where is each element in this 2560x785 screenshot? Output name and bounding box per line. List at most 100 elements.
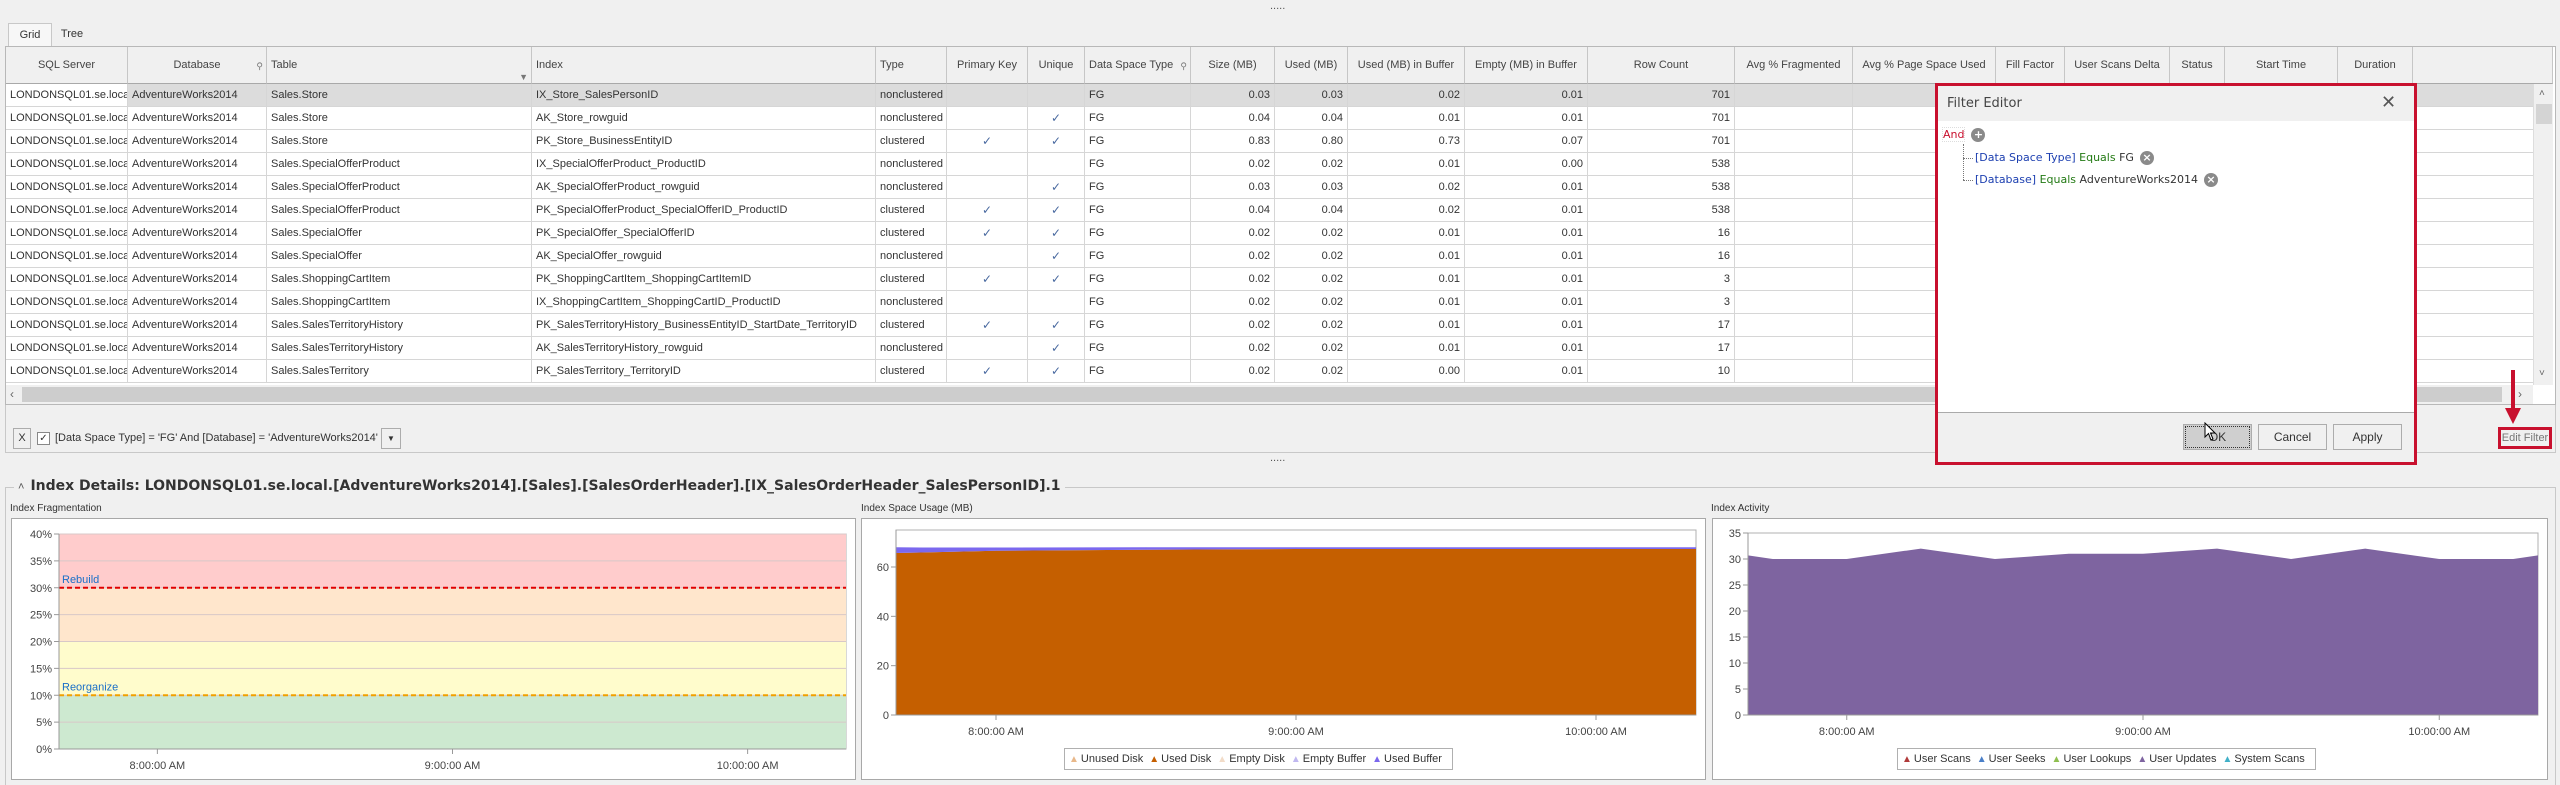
cell-primary-key[interactable]: [947, 107, 1028, 129]
cell-type[interactable]: clustered: [876, 314, 947, 336]
cell-database[interactable]: AdventureWorks2014: [128, 268, 267, 290]
column-header[interactable]: Index: [532, 47, 876, 84]
tab-tree[interactable]: Tree: [52, 23, 92, 46]
condition-operator[interactable]: Equals: [2040, 173, 2076, 186]
cell-used-mb-in-buffer[interactable]: 0.01: [1348, 268, 1465, 290]
remove-condition-icon[interactable]: ×: [2139, 151, 2154, 165]
cell-used-mb-[interactable]: 0.02: [1275, 337, 1348, 359]
cell-table[interactable]: Sales.ShoppingCartItem: [267, 291, 532, 313]
cell-database[interactable]: AdventureWorks2014: [128, 314, 267, 336]
cell-primary-key[interactable]: ✓: [947, 199, 1028, 221]
cell-index[interactable]: IX_ShoppingCartItem_ShoppingCartID_Produ…: [532, 291, 876, 313]
scroll-down-icon[interactable]: ˅: [2539, 368, 2545, 379]
cell-size-mb-[interactable]: 0.02: [1191, 291, 1275, 313]
cell-type[interactable]: nonclustered: [876, 84, 947, 106]
cell-used-mb-[interactable]: 0.02: [1275, 360, 1348, 382]
cell-empty-mb-in-buffer[interactable]: 0.01: [1465, 291, 1588, 313]
legend-item[interactable]: User Scans: [1914, 753, 1971, 765]
cell-unique[interactable]: [1028, 153, 1085, 175]
cell-row-count[interactable]: 701: [1588, 84, 1735, 106]
cell-unique[interactable]: ✓: [1028, 314, 1085, 336]
cell-row-count[interactable]: 17: [1588, 314, 1735, 336]
cell-primary-key[interactable]: [947, 291, 1028, 313]
cell-type[interactable]: nonclustered: [876, 153, 947, 175]
column-header[interactable]: Database ⚲: [128, 47, 267, 84]
column-header[interactable]: Avg % Fragmented: [1735, 47, 1853, 84]
cell-unique[interactable]: ✓: [1028, 130, 1085, 152]
filter-icon[interactable]: ⚲: [256, 48, 263, 83]
column-header[interactable]: Start Time: [2225, 47, 2338, 84]
cell-data-space-type[interactable]: FG: [1085, 130, 1191, 152]
cell-database[interactable]: AdventureWorks2014: [128, 107, 267, 129]
cell-used-mb-in-buffer[interactable]: 0.01: [1348, 153, 1465, 175]
cell-primary-key[interactable]: ✓: [947, 268, 1028, 290]
cell-unique[interactable]: ✓: [1028, 337, 1085, 359]
cell-data-space-type[interactable]: FG: [1085, 176, 1191, 198]
cell-type[interactable]: nonclustered: [876, 176, 947, 198]
cell-used-mb-in-buffer[interactable]: 0.01: [1348, 222, 1465, 244]
cell-empty-mb-in-buffer[interactable]: 0.01: [1465, 268, 1588, 290]
close-icon[interactable]: ✕: [2381, 92, 2396, 113]
legend-item[interactable]: Used Buffer: [1384, 753, 1442, 765]
cell-used-mb-in-buffer[interactable]: 0.02: [1348, 176, 1465, 198]
cell-index[interactable]: PK_SalesTerritory_TerritoryID: [532, 360, 876, 382]
cell-database[interactable]: AdventureWorks2014: [128, 245, 267, 267]
cell-sql-server[interactable]: LONDONSQL01.se.local: [6, 199, 128, 221]
cell-avg-fragmented[interactable]: [1735, 291, 1853, 313]
cell-data-space-type[interactable]: FG: [1085, 314, 1191, 336]
cell-index[interactable]: AK_SpecialOfferProduct_rowguid: [532, 176, 876, 198]
cell-index[interactable]: AK_Store_rowguid: [532, 107, 876, 129]
cell-database[interactable]: AdventureWorks2014: [128, 222, 267, 244]
cell-avg-fragmented[interactable]: [1735, 222, 1853, 244]
cell-used-mb-[interactable]: 0.04: [1275, 199, 1348, 221]
legend-item[interactable]: Unused Disk: [1081, 753, 1143, 765]
cell-table[interactable]: Sales.SalesTerritoryHistory: [267, 314, 532, 336]
cell-data-space-type[interactable]: FG: [1085, 107, 1191, 129]
condition-field[interactable]: [Database]: [1975, 173, 2036, 186]
index-details-header[interactable]: ˄ Index Details: LONDONSQL01.se.local.[Ad…: [14, 478, 1065, 494]
cell-avg-fragmented[interactable]: [1735, 360, 1853, 382]
column-header[interactable]: Row Count: [1588, 47, 1735, 84]
cell-row-count[interactable]: 538: [1588, 153, 1735, 175]
cell-unique[interactable]: ✓: [1028, 245, 1085, 267]
cell-table[interactable]: Sales.SalesTerritory: [267, 360, 532, 382]
column-header[interactable]: SQL Server: [6, 47, 128, 84]
cell-index[interactable]: PK_ShoppingCartItem_ShoppingCartItemID: [532, 268, 876, 290]
cell-unique[interactable]: ✓: [1028, 360, 1085, 382]
edit-filter-link[interactable]: Edit Filter: [2498, 427, 2552, 449]
cell-empty-mb-in-buffer[interactable]: 0.01: [1465, 84, 1588, 106]
cell-size-mb-[interactable]: 0.04: [1191, 107, 1275, 129]
top-splitter-grip[interactable]: .....: [1270, 0, 1285, 12]
cell-size-mb-[interactable]: 0.02: [1191, 153, 1275, 175]
cell-data-space-type[interactable]: FG: [1085, 268, 1191, 290]
cell-empty-mb-in-buffer[interactable]: 0.01: [1465, 176, 1588, 198]
cell-index[interactable]: PK_Store_BusinessEntityID: [532, 130, 876, 152]
clear-filter-button[interactable]: X: [13, 428, 31, 449]
column-header[interactable]: Avg % Page Space Used: [1853, 47, 1996, 84]
cell-unique[interactable]: ✓: [1028, 199, 1085, 221]
cell-avg-fragmented[interactable]: [1735, 337, 1853, 359]
cell-database[interactable]: AdventureWorks2014: [128, 337, 267, 359]
cell-database[interactable]: AdventureWorks2014: [128, 199, 267, 221]
cell-primary-key[interactable]: ✓: [947, 314, 1028, 336]
remove-condition-icon[interactable]: ×: [2204, 173, 2218, 187]
cell-used-mb-[interactable]: 0.02: [1275, 153, 1348, 175]
cell-row-count[interactable]: 17: [1588, 337, 1735, 359]
cell-data-space-type[interactable]: FG: [1085, 291, 1191, 313]
cell-empty-mb-in-buffer[interactable]: 0.01: [1465, 314, 1588, 336]
cell-used-mb-[interactable]: 0.02: [1275, 314, 1348, 336]
filter-condition[interactable]: [Database] Equals AdventureWorks2014 ×: [1975, 173, 2218, 187]
cell-avg-fragmented[interactable]: [1735, 176, 1853, 198]
cell-data-space-type[interactable]: FG: [1085, 245, 1191, 267]
cell-database[interactable]: AdventureWorks2014: [128, 360, 267, 382]
column-header[interactable]: Empty (MB) in Buffer: [1465, 47, 1588, 84]
cell-sql-server[interactable]: LONDONSQL01.se.local: [6, 245, 128, 267]
cell-table[interactable]: Sales.Store: [267, 107, 532, 129]
filter-expression[interactable]: [Data Space Type] = 'FG' And [Database] …: [55, 432, 378, 444]
cell-used-mb-in-buffer[interactable]: 0.01: [1348, 107, 1465, 129]
cell-row-count[interactable]: 3: [1588, 268, 1735, 290]
cell-database[interactable]: AdventureWorks2014: [128, 130, 267, 152]
cell-unique[interactable]: ✓: [1028, 107, 1085, 129]
column-header[interactable]: Used (MB): [1275, 47, 1348, 84]
cell-empty-mb-in-buffer[interactable]: 0.00: [1465, 153, 1588, 175]
